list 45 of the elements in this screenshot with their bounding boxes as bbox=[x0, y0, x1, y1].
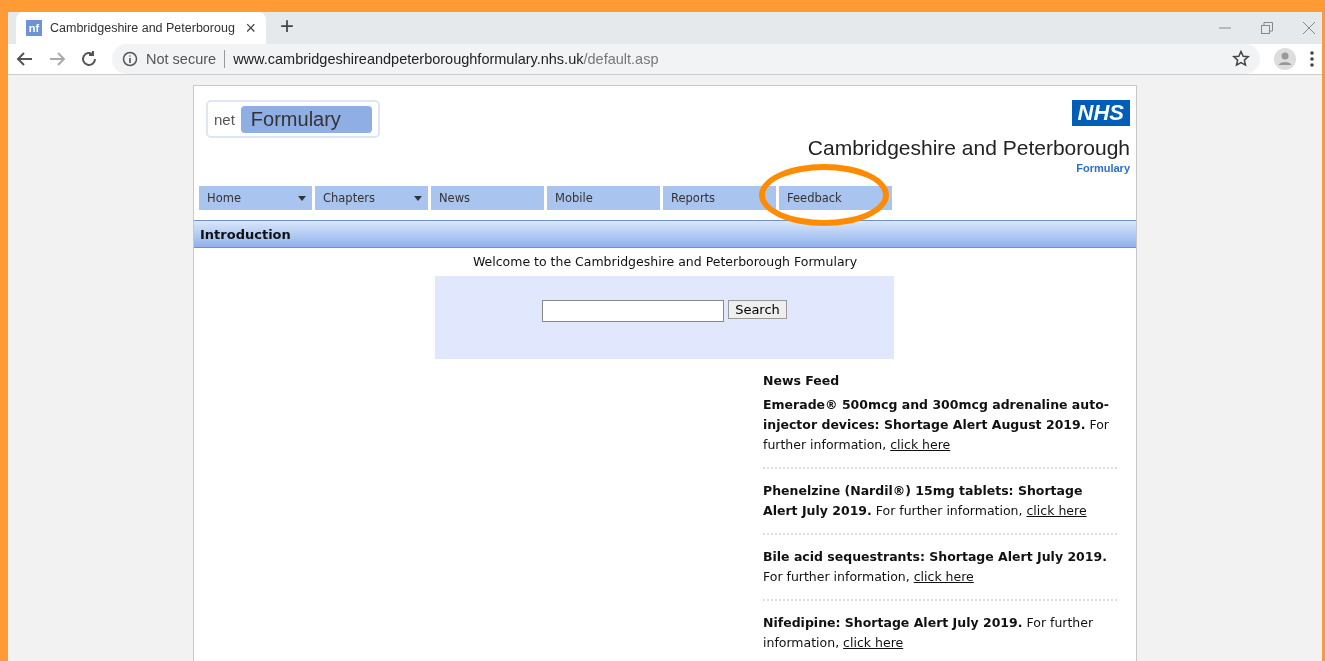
news-link[interactable]: click here bbox=[1026, 503, 1087, 518]
section-title-bar: Introduction bbox=[194, 220, 1136, 248]
back-icon[interactable] bbox=[16, 50, 34, 68]
forward-icon[interactable] bbox=[48, 50, 66, 68]
url-host: www.cambridgeshireandpeterboroughformulary.nhs.uk bbox=[233, 51, 584, 67]
search-field[interactable] bbox=[542, 300, 725, 322]
menu-icon[interactable] bbox=[1310, 51, 1314, 67]
site-subtitle: Formulary bbox=[1076, 162, 1130, 174]
logo-prefix: net bbox=[214, 110, 235, 128]
news-item: Emerade® 500mcg and 300mcg adrenaline auto-injector devices: Shortage Alert August 2019. For further information, click here bbox=[763, 395, 1117, 469]
news-item: Bile acid sequestrants: Shortage Alert July 2019. For further information, click here bbox=[763, 547, 1117, 601]
url-path: /default.asp bbox=[583, 51, 659, 67]
reload-icon[interactable] bbox=[80, 50, 98, 68]
organisation-name: Cambridgeshire and Peterborough bbox=[807, 136, 1130, 160]
news-link[interactable]: click here bbox=[913, 569, 974, 584]
welcome-text: Welcome to the Cambridgeshire and Peterborough Formulary bbox=[471, 254, 859, 269]
profile-icon[interactable] bbox=[1274, 48, 1296, 70]
nav-menu-item[interactable]: Reports bbox=[663, 186, 776, 210]
news-link[interactable]: click here bbox=[890, 437, 951, 452]
logo-title: Formulary bbox=[240, 105, 372, 133]
news-item: Nifedipine: Shortage Alert July 2019. For further information, click here bbox=[763, 613, 1117, 661]
nhs-logo: NHS bbox=[1071, 100, 1130, 126]
nav-menu-item[interactable]: Chapters bbox=[315, 186, 428, 210]
favicon: nf bbox=[26, 20, 42, 36]
caret-icon bbox=[414, 195, 422, 201]
caret-icon bbox=[298, 195, 306, 201]
news-link[interactable]: click here bbox=[843, 635, 904, 650]
security-label: Not secure bbox=[146, 51, 217, 67]
nav-menu-item[interactable]: Feedback bbox=[779, 186, 892, 210]
close-icon[interactable] bbox=[1302, 21, 1316, 35]
search-button[interactable]: Search bbox=[728, 300, 787, 319]
tab-close-button[interactable]: × bbox=[245, 17, 256, 39]
news-feed-title: News Feed bbox=[763, 372, 841, 390]
browser-tab[interactable]: nf Cambridgeshire and Peterboroug × bbox=[16, 12, 266, 44]
nav-menu-item[interactable]: Home bbox=[199, 186, 312, 210]
new-tab-button[interactable]: + bbox=[280, 12, 294, 40]
info-icon[interactable] bbox=[122, 51, 138, 67]
tab-title: Cambridgeshire and Peterboroug bbox=[50, 21, 236, 35]
nav-menu-item[interactable]: Mobile bbox=[547, 186, 660, 210]
restore-icon[interactable] bbox=[1260, 21, 1274, 35]
star-icon[interactable] bbox=[1232, 50, 1250, 68]
site-logo[interactable]: net Formulary bbox=[206, 100, 380, 138]
address-bar[interactable]: Not secure www.cambridgeshireandpeterboroughformulary.nhs.uk/default.asp bbox=[112, 44, 1260, 74]
nav-menu-item[interactable]: News bbox=[431, 186, 544, 210]
news-item: Phenelzine (Nardil®) 15mg tablets: Shortage Alert July 2019. For further information, click here bbox=[763, 481, 1117, 535]
